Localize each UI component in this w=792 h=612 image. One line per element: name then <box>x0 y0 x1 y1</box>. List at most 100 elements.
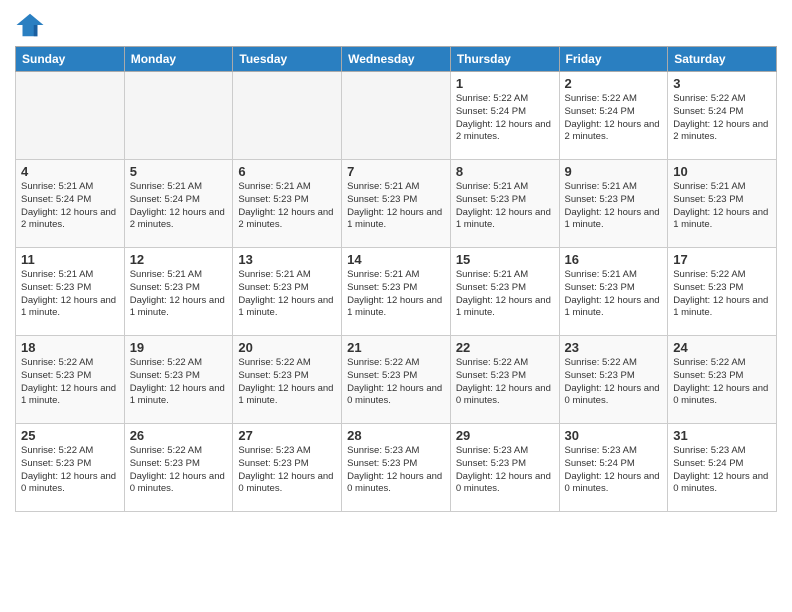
day-number: 9 <box>565 164 663 179</box>
day-info: Sunrise: 5:22 AMSunset: 5:23 PMDaylight:… <box>21 357 119 408</box>
calendar-cell: 25 Sunrise: 5:22 AMSunset: 5:23 PMDayligh… <box>16 424 125 512</box>
day-number: 8 <box>456 164 554 179</box>
day-info: Sunrise: 5:21 AMSunset: 5:23 PMDaylight:… <box>238 181 336 232</box>
calendar-cell: 17Sunrise: 5:22 AMSunset: 5:23 PMDayligh… <box>668 248 777 336</box>
day-info: Sunrise: 5:22 AMSunset: 5:23 PMDaylight:… <box>21 445 119 496</box>
day-number: 23 <box>565 340 663 355</box>
calendar-cell: 10 Sunrise: 5:21 AMSunset: 5:23 PMDayligh… <box>668 160 777 248</box>
day-info: Sunrise: 5:21 AMSunset: 5:24 PMDaylight:… <box>130 181 228 232</box>
day-number: 31 <box>673 428 771 443</box>
day-info: Sunrise: 5:21 AMSunset: 5:23 PMDaylight:… <box>565 269 663 320</box>
calendar-cell: 22 Sunrise: 5:22 AMSunset: 5:23 PMDayligh… <box>450 336 559 424</box>
calendar-cell: 7 Sunrise: 5:21 AMSunset: 5:23 PMDaylight… <box>342 160 451 248</box>
day-info: Sunrise: 5:22 AMSunset: 5:24 PMDaylight:… <box>456 93 554 144</box>
calendar-cell: 2 Sunrise: 5:22 AMSunset: 5:24 PMDaylight… <box>559 72 668 160</box>
day-info: Sunrise: 5:23 AMSunset: 5:24 PMDaylight:… <box>565 445 663 496</box>
day-info: Sunrise: 5:22 AMSunset: 5:24 PMDaylight:… <box>565 93 663 144</box>
day-info: Sunrise: 5:23 AMSunset: 5:24 PMDaylight:… <box>673 445 771 496</box>
day-info: Sunrise: 5:22 AMSunset: 5:23 PMDaylight:… <box>347 357 445 408</box>
day-info: Sunrise: 5:22 AMSunset: 5:23 PMDaylight:… <box>130 357 228 408</box>
calendar-cell: 1 Sunrise: 5:22 AMSunset: 5:24 PMDaylight… <box>450 72 559 160</box>
calendar-cell: 13 Sunrise: 5:21 AMSunset: 5:23 PMDayligh… <box>233 248 342 336</box>
day-info: Sunrise: 5:22 AMSunset: 5:23 PMDaylight:… <box>673 357 771 408</box>
weekday-header-monday: Monday <box>124 47 233 72</box>
day-number: 25 <box>21 428 119 443</box>
calendar-cell: 4 Sunrise: 5:21 AMSunset: 5:24 PMDaylight… <box>16 160 125 248</box>
day-number: 5 <box>130 164 228 179</box>
day-info: Sunrise: 5:21 AMSunset: 5:23 PMDaylight:… <box>673 181 771 232</box>
weekday-header-tuesday: Tuesday <box>233 47 342 72</box>
day-number: 20 <box>238 340 336 355</box>
day-info: Sunrise: 5:22 AMSunset: 5:23 PMDaylight:… <box>456 357 554 408</box>
day-number: 28 <box>347 428 445 443</box>
day-number: 11 <box>21 252 119 267</box>
day-info: Sunrise: 5:21 AMSunset: 5:23 PMDaylight:… <box>238 269 336 320</box>
calendar-cell: 31 Sunrise: 5:23 AMSunset: 5:24 PMDayligh… <box>668 424 777 512</box>
day-info: Sunrise: 5:23 AMSunset: 5:23 PMDaylight:… <box>238 445 336 496</box>
day-info: Sunrise: 5:22 AMSunset: 5:23 PMDaylight:… <box>130 445 228 496</box>
page-container: SundayMondayTuesdayWednesdayThursdayFrid… <box>0 0 792 522</box>
weekday-header-sunday: Sunday <box>16 47 125 72</box>
day-info: Sunrise: 5:23 AMSunset: 5:23 PMDaylight:… <box>347 445 445 496</box>
calendar-cell: 3 Sunrise: 5:22 AMSunset: 5:24 PMDaylight… <box>668 72 777 160</box>
day-number: 15 <box>456 252 554 267</box>
calendar-cell <box>16 72 125 160</box>
calendar-cell: 24 Sunrise: 5:22 AMSunset: 5:23 PMDayligh… <box>668 336 777 424</box>
calendar-cell: 14 Sunrise: 5:21 AMSunset: 5:23 PMDayligh… <box>342 248 451 336</box>
day-number: 27 <box>238 428 336 443</box>
calendar-cell: 27 Sunrise: 5:23 AMSunset: 5:23 PMDayligh… <box>233 424 342 512</box>
day-number: 3 <box>673 76 771 91</box>
calendar-cell: 30Sunrise: 5:23 AMSunset: 5:24 PMDayligh… <box>559 424 668 512</box>
calendar-cell: 18 Sunrise: 5:22 AMSunset: 5:23 PMDayligh… <box>16 336 125 424</box>
calendar-cell: 16Sunrise: 5:21 AMSunset: 5:23 PMDayligh… <box>559 248 668 336</box>
day-number: 18 <box>21 340 119 355</box>
calendar-cell: 8 Sunrise: 5:21 AMSunset: 5:23 PMDaylight… <box>450 160 559 248</box>
day-info: Sunrise: 5:21 AMSunset: 5:24 PMDaylight:… <box>21 181 119 232</box>
day-number: 6 <box>238 164 336 179</box>
calendar: SundayMondayTuesdayWednesdayThursdayFrid… <box>15 46 777 512</box>
calendar-cell: 29 Sunrise: 5:23 AMSunset: 5:23 PMDayligh… <box>450 424 559 512</box>
day-number: 26 <box>130 428 228 443</box>
day-number: 19 <box>130 340 228 355</box>
calendar-cell: 26 Sunrise: 5:22 AMSunset: 5:23 PMDayligh… <box>124 424 233 512</box>
day-info: Sunrise: 5:21 AMSunset: 5:23 PMDaylight:… <box>347 181 445 232</box>
day-info: Sunrise: 5:21 AMSunset: 5:23 PMDaylight:… <box>565 181 663 232</box>
calendar-cell: 28 Sunrise: 5:23 AMSunset: 5:23 PMDayligh… <box>342 424 451 512</box>
calendar-cell: 12 Sunrise: 5:21 AMSunset: 5:23 PMDayligh… <box>124 248 233 336</box>
calendar-cell: 21 Sunrise: 5:22 AMSunset: 5:23 PMDayligh… <box>342 336 451 424</box>
logo <box>15 10 49 40</box>
day-number: 1 <box>456 76 554 91</box>
calendar-cell <box>124 72 233 160</box>
weekday-header-wednesday: Wednesday <box>342 47 451 72</box>
calendar-cell: 9 Sunrise: 5:21 AMSunset: 5:23 PMDaylight… <box>559 160 668 248</box>
day-info: Sunrise: 5:22 AMSunset: 5:23 PMDaylight:… <box>673 269 771 320</box>
day-number: 24 <box>673 340 771 355</box>
calendar-cell: 5 Sunrise: 5:21 AMSunset: 5:24 PMDaylight… <box>124 160 233 248</box>
day-number: 12 <box>130 252 228 267</box>
weekday-header-saturday: Saturday <box>668 47 777 72</box>
day-info: Sunrise: 5:21 AMSunset: 5:23 PMDaylight:… <box>456 181 554 232</box>
logo-icon <box>15 10 45 40</box>
day-number: 7 <box>347 164 445 179</box>
day-number: 14 <box>347 252 445 267</box>
day-info: Sunrise: 5:23 AMSunset: 5:23 PMDaylight:… <box>456 445 554 496</box>
calendar-cell: 15 Sunrise: 5:21 AMSunset: 5:23 PMDayligh… <box>450 248 559 336</box>
calendar-cell <box>342 72 451 160</box>
calendar-cell: 20Sunrise: 5:22 AMSunset: 5:23 PMDayligh… <box>233 336 342 424</box>
calendar-cell: 23 Sunrise: 5:22 AMSunset: 5:23 PMDayligh… <box>559 336 668 424</box>
calendar-cell: 11Sunrise: 5:21 AMSunset: 5:23 PMDayligh… <box>16 248 125 336</box>
calendar-cell <box>233 72 342 160</box>
day-number: 10 <box>673 164 771 179</box>
day-number: 29 <box>456 428 554 443</box>
day-number: 4 <box>21 164 119 179</box>
day-info: Sunrise: 5:21 AMSunset: 5:23 PMDaylight:… <box>456 269 554 320</box>
day-number: 21 <box>347 340 445 355</box>
day-info: Sunrise: 5:21 AMSunset: 5:23 PMDaylight:… <box>347 269 445 320</box>
day-info: Sunrise: 5:22 AMSunset: 5:24 PMDaylight:… <box>673 93 771 144</box>
day-number: 22 <box>456 340 554 355</box>
day-number: 13 <box>238 252 336 267</box>
day-number: 2 <box>565 76 663 91</box>
weekday-header-friday: Friday <box>559 47 668 72</box>
day-info: Sunrise: 5:22 AMSunset: 5:23 PMDaylight:… <box>565 357 663 408</box>
day-info: Sunrise: 5:21 AMSunset: 5:23 PMDaylight:… <box>130 269 228 320</box>
